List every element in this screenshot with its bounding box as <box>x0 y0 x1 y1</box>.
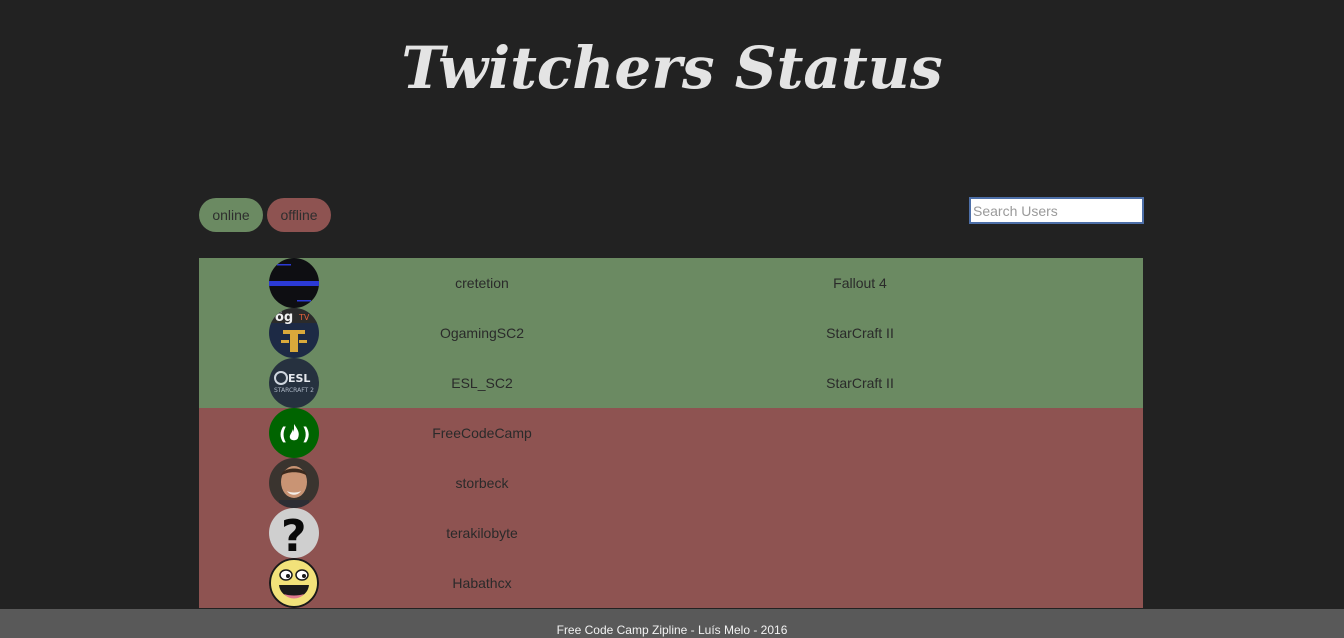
online-filter-button[interactable]: online <box>199 198 263 232</box>
user-row-storbeck[interactable]: storbeck <box>199 458 1143 508</box>
game-name <box>760 558 960 608</box>
game-name <box>760 408 960 458</box>
game-name <box>760 458 960 508</box>
game-name: StarCraft II <box>826 375 894 391</box>
user-row-ogamingsc2[interactable]: ôg TV OgamingSC2 StarCraft II <box>199 308 1143 358</box>
esl-starcraft-logo-icon: ESL STARCRAFT 2 <box>269 358 319 408</box>
question-mark-icon: ? <box>269 508 319 558</box>
username: storbeck <box>455 475 509 491</box>
svg-text:ESL: ESL <box>288 372 310 385</box>
search-users-input[interactable] <box>969 197 1144 224</box>
svg-text:STARCRAFT 2: STARCRAFT 2 <box>274 387 314 394</box>
offline-filter-button[interactable]: offline <box>267 198 331 232</box>
svg-text:?: ? <box>281 511 307 558</box>
user-row-terakilobyte[interactable]: ? terakilobyte <box>199 508 1143 558</box>
username: OgamingSC2 <box>439 325 525 341</box>
ogaming-logo-icon: ôg TV <box>269 308 319 358</box>
user-row-cretetion[interactable]: cretetion Fallout 4 <box>199 258 1143 308</box>
svg-text:ôg: ôg <box>275 310 293 325</box>
username: terakilobyte <box>446 525 518 541</box>
svg-text:TV: TV <box>298 313 310 322</box>
freecodecamp-logo-icon: ( ) <box>269 408 319 458</box>
svg-text:): ) <box>302 424 310 445</box>
footer: Free Code Camp Zipline - Luís Melo - 201… <box>0 609 1344 638</box>
game-name: StarCraft II <box>826 325 894 341</box>
user-list: cretetion Fallout 4 ôg TV OgamingSC2 Sta… <box>199 258 1143 608</box>
person-photo-icon <box>269 458 319 508</box>
cretetion-avatar-icon <box>269 258 319 308</box>
page-title: Twitchers Status <box>401 34 943 102</box>
user-row-esl-sc2[interactable]: ESL STARCRAFT 2 ESL_SC2 StarCraft II <box>199 358 1143 408</box>
username: Habathcx <box>452 575 512 591</box>
username: cretetion <box>455 275 509 291</box>
game-name: Fallout 4 <box>833 275 887 291</box>
user-row-habathcx[interactable]: Habathcx <box>199 558 1143 608</box>
username: FreeCodeCamp <box>432 425 532 441</box>
user-row-freecodecamp[interactable]: ( ) FreeCodeCamp <box>199 408 1143 458</box>
username: ESL_SC2 <box>451 375 513 391</box>
awesome-face-icon <box>269 558 319 608</box>
svg-text:(: ( <box>279 424 287 445</box>
game-name <box>760 508 960 558</box>
